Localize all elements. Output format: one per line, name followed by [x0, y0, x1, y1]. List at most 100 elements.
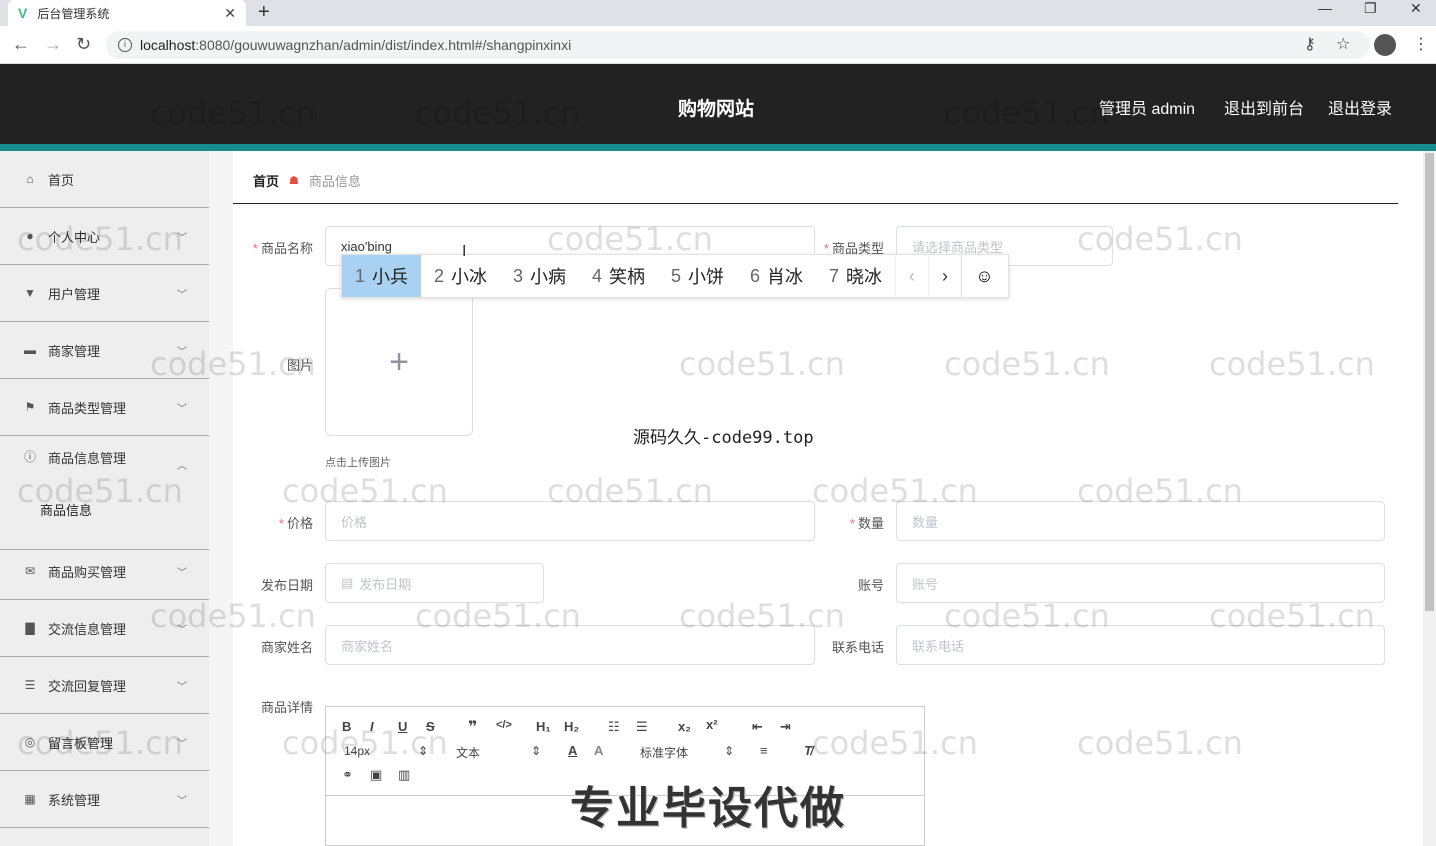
tab-close-icon[interactable]: ✕ — [224, 5, 236, 22]
emoji-icon[interactable]: ☺ — [961, 255, 1007, 297]
scrollbar-thumb[interactable] — [1425, 153, 1434, 611]
code-icon[interactable]: </> — [496, 719, 512, 731]
window-close-icon[interactable]: ✕ — [1410, 0, 1422, 20]
profile-avatar-icon[interactable] — [1374, 34, 1396, 56]
account-label: 账号 — [857, 578, 884, 593]
merchant-name-input[interactable]: 商家姓名 — [325, 625, 815, 665]
block-type-select[interactable]: 文本 — [456, 744, 480, 761]
minimize-icon[interactable]: — — [1318, 0, 1332, 20]
ime-candidate[interactable]: 3 小病 — [500, 255, 579, 297]
background-color-icon[interactable]: A — [594, 743, 603, 758]
sidebar-item-profile[interactable]: ● 个人中心 ﹀ — [0, 208, 209, 265]
image-upload-button[interactable]: + — [325, 288, 473, 436]
sidebar-item-label: 系统管理 — [48, 792, 101, 808]
outdent-icon[interactable]: ⇤ — [752, 719, 763, 735]
price-input[interactable]: 价格 — [325, 501, 815, 541]
h2-icon[interactable]: H₂ — [564, 719, 579, 734]
font-select-arrow-icon: ⇕ — [724, 744, 735, 758]
image-icon[interactable]: ▣ — [370, 767, 382, 783]
overlay-center-note: 源码久久-code99.top — [633, 428, 814, 448]
h1-icon[interactable]: H₁ — [536, 719, 551, 734]
sidebar-item-product-types[interactable]: ⚑ 商品类型管理 ﹀ — [0, 379, 209, 436]
text-cursor-icon: I — [462, 243, 467, 260]
bold-icon[interactable]: B — [342, 719, 351, 734]
header-accent-line — [0, 144, 1436, 151]
sidebar-subitem-product-info[interactable]: 商品信息 — [40, 500, 92, 519]
url-field[interactable]: i localhost:8080/gouwuwagnzhan/admin/dis… — [106, 31, 1370, 59]
sidebar-item-product-info[interactable]: ⓘ 商品信息管理 ︿ — [0, 436, 209, 550]
merchant-label: 商家姓名 — [260, 640, 313, 655]
overlay-big-note: 专业毕设代做 — [570, 784, 846, 833]
back-icon[interactable]: ← — [12, 34, 30, 55]
italic-icon[interactable]: I — [370, 719, 374, 734]
flag-icon: ⚑ — [24, 400, 36, 414]
sidebar-item-exchange-info[interactable]: ▇ 交流信息管理 ﹀ — [0, 600, 209, 657]
more-icon[interactable]: ⋮ — [1413, 34, 1429, 54]
sidebar-item-label: 商品类型管理 — [48, 400, 127, 416]
underline-icon[interactable]: U — [398, 719, 407, 734]
site-title: 购物网站 — [678, 99, 755, 120]
user-manage-icon: ▼ — [24, 286, 36, 300]
font-size-select[interactable]: 14px — [344, 744, 370, 758]
sidebar-item-message-board[interactable]: ◎ 留言板管理 ﹀ — [0, 714, 209, 771]
date-label: 发布日期 — [260, 578, 313, 593]
star-icon[interactable]: ☆ — [1336, 34, 1350, 54]
video-icon[interactable]: ▥ — [398, 767, 410, 783]
ordered-list-icon[interactable]: ☷ — [608, 719, 620, 735]
ime-prev-icon[interactable]: ‹ — [895, 255, 928, 297]
reload-icon[interactable]: ↻ — [76, 34, 91, 55]
ime-candidate-bar: 1 小兵 2 小冰 3 小病 4 笑柄 5 小饼 6 肖冰 7 晓冰 ‹ › ☺ — [341, 254, 1009, 298]
sidebar-item-label: 商品购买管理 — [48, 564, 127, 580]
strike-icon[interactable]: S — [426, 719, 435, 734]
price-label: * 价格 — [278, 516, 313, 531]
sidebar-item-users[interactable]: ▼ 用户管理 ﹀ — [0, 265, 209, 322]
site-info-icon[interactable]: i — [118, 38, 132, 52]
ime-candidate[interactable]: 1 小兵 — [342, 255, 421, 297]
sidebar-item-exchange-reply[interactable]: ☰ 交流回复管理 ﹀ — [0, 657, 209, 714]
breadcrumb-home[interactable]: 首页 — [253, 171, 279, 190]
info-icon: ⓘ — [23, 450, 36, 464]
message-board-icon: ◎ — [24, 735, 36, 749]
sidebar-item-purchases[interactable]: ✉ 商品购买管理 ﹀ — [0, 543, 209, 600]
key-icon[interactable]: ⚷ — [1304, 34, 1316, 54]
ime-candidate[interactable]: 6 肖冰 — [737, 255, 816, 297]
quote-icon[interactable]: ❞ — [468, 717, 477, 737]
browser-tab[interactable]: V 后台管理系统 ✕ — [8, 0, 246, 26]
superscript-icon[interactable]: x² — [706, 717, 718, 732]
subscript-icon[interactable]: x₂ — [678, 719, 691, 734]
sidebar-item-label: 留言板管理 — [48, 735, 114, 751]
mail-icon: ✉ — [24, 564, 36, 578]
logout-link[interactable]: 退出登录 — [1328, 95, 1392, 119]
ime-candidate[interactable]: 5 小饼 — [658, 255, 737, 297]
ime-candidate[interactable]: 7 晓冰 — [816, 255, 895, 297]
sliders-icon: ☰ — [24, 678, 36, 692]
indent-icon[interactable]: ⇥ — [780, 719, 791, 735]
admin-label: 管理员 admin — [1099, 101, 1196, 118]
chevron-down-icon: ﹀ — [177, 568, 187, 579]
align-icon[interactable]: ≡ — [760, 743, 768, 758]
sidebar-item-system[interactable]: ▦ 系统管理 ﹀ — [0, 771, 209, 828]
to-front-link[interactable]: 退出到前台 — [1224, 95, 1304, 119]
name-label: * 商品名称 — [252, 241, 313, 256]
sidebar-item-merchants[interactable]: ▬ 商家管理 ﹀ — [0, 322, 209, 379]
ime-next-icon[interactable]: › — [928, 255, 961, 297]
bullet-list-icon[interactable]: ☰ — [636, 719, 648, 735]
ime-candidate[interactable]: 4 笑柄 — [579, 255, 658, 297]
ime-candidate[interactable]: 2 小冰 — [421, 255, 500, 297]
font-family-select[interactable]: 标准字体 — [640, 744, 688, 761]
forward-icon[interactable]: → — [44, 34, 62, 55]
quantity-input[interactable]: 数量 — [896, 501, 1385, 541]
person-icon: ● — [26, 229, 34, 243]
restore-icon[interactable]: ❐ — [1364, 0, 1377, 20]
account-input[interactable]: 账号 — [896, 563, 1385, 603]
home-icon: ⌂ — [26, 172, 34, 186]
link-icon[interactable]: ⚭ — [342, 767, 353, 783]
shop-icon: ▬ — [24, 343, 36, 357]
new-tab-icon[interactable]: + — [258, 0, 270, 26]
sidebar-item-home[interactable]: ⌂ 首页 — [0, 151, 209, 208]
chevron-down-icon: ﹀ — [177, 233, 187, 244]
date-picker[interactable]: ▤ 发布日期 — [325, 563, 544, 603]
phone-input[interactable]: 联系电话 — [896, 625, 1385, 665]
font-color-icon[interactable]: A — [568, 743, 577, 758]
clear-format-icon[interactable]: T̸ — [804, 743, 812, 758]
